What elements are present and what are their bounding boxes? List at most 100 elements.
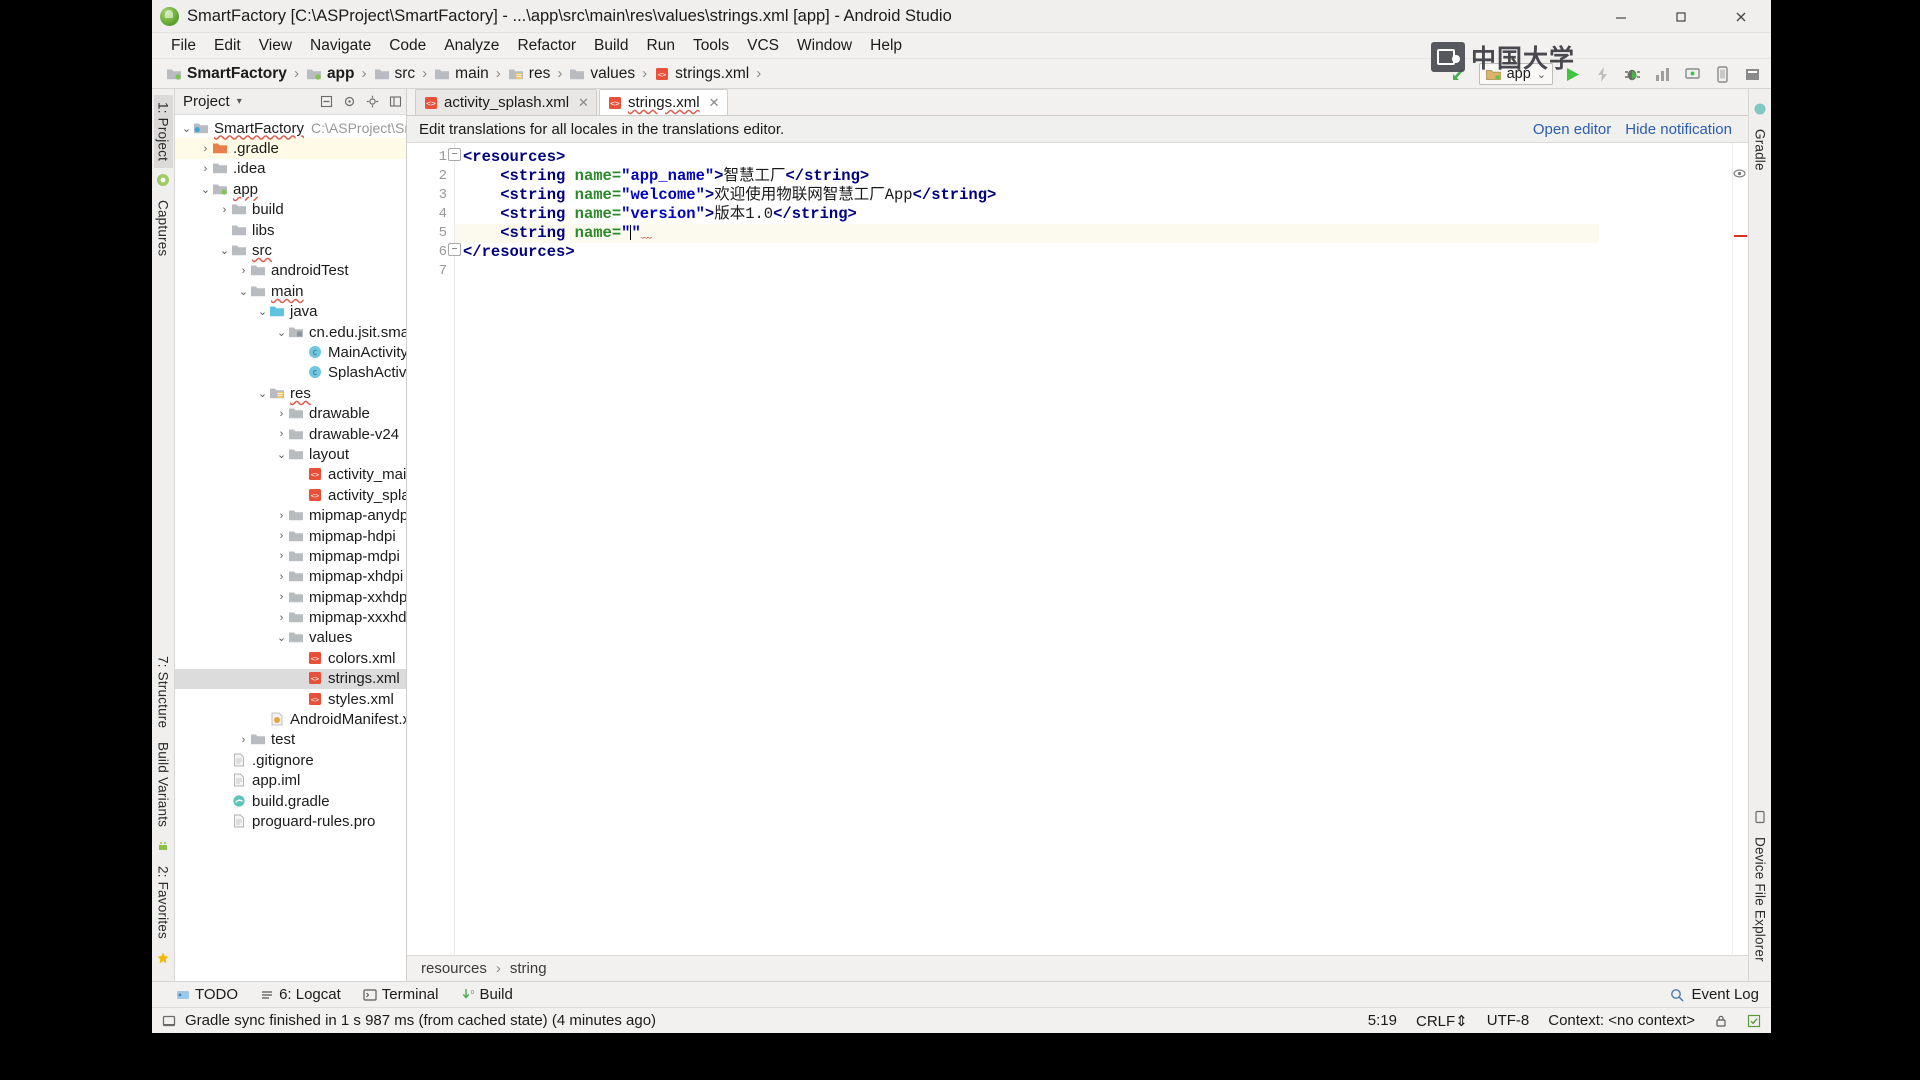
collapse-all-icon[interactable] (320, 95, 333, 108)
sidebar-item-captures[interactable]: Captures (154, 193, 173, 263)
tree-node[interactable]: ⌄ res (175, 383, 406, 403)
tree-node[interactable]: · C MainActivity (175, 342, 406, 362)
open-editor-link[interactable]: Open editor (1533, 121, 1611, 138)
chevron-down-icon[interactable]: ⌄ (218, 244, 231, 257)
chevron-right-icon[interactable]: › (275, 571, 288, 583)
code-line[interactable]: <string name=""﹏ (455, 224, 1599, 243)
menu-analyze[interactable]: Analyze (435, 35, 508, 57)
sdk-manager-icon[interactable] (1742, 64, 1763, 85)
tree-node[interactable]: ⌄ SmartFactory C:\ASProject\Smar (175, 118, 406, 138)
context-indicator[interactable]: Context: <no context> (1548, 1012, 1695, 1029)
tree-node[interactable]: · AndroidManifest.xm (175, 709, 406, 729)
chevron-right-icon[interactable]: › (199, 163, 212, 175)
breadcrumb-string[interactable]: string (510, 960, 547, 977)
tree-node[interactable]: › drawable (175, 403, 406, 423)
menu-run[interactable]: Run (638, 35, 684, 57)
close-button[interactable] (1711, 0, 1771, 33)
chevron-right-icon[interactable]: › (199, 143, 212, 155)
tree-node[interactable]: · build.gradle (175, 791, 406, 811)
menu-window[interactable]: Window (788, 35, 861, 57)
tree-node[interactable]: ⌄ values (175, 628, 406, 648)
sidebar-item-structure[interactable]: 7: Structure (154, 649, 173, 735)
tree-node[interactable]: · app.iml (175, 771, 406, 791)
gear-icon[interactable] (366, 95, 379, 108)
code-line[interactable]: <string name="app_name">智慧工厂</string> (455, 167, 1599, 186)
tree-node[interactable]: ⌄ cn.edu.jsit.smar (175, 322, 406, 342)
tree-node[interactable]: › .idea (175, 159, 406, 179)
code-line[interactable]: <string name="welcome">欢迎使用物联网智慧工厂App</s… (455, 186, 1599, 205)
tool-button-terminal[interactable]: Terminal (363, 986, 438, 1003)
menu-tools[interactable]: Tools (684, 35, 738, 57)
code-content[interactable]: <resources> <string name="app_name">智慧工厂… (455, 143, 1599, 955)
chevron-right-icon[interactable]: › (275, 612, 288, 624)
debug-icon[interactable] (1622, 64, 1643, 85)
lock-icon[interactable] (1714, 1014, 1728, 1028)
project-tree[interactable]: ⌄ SmartFactory C:\ASProject\Smar › .gradle ›.… (175, 115, 406, 981)
menu-help[interactable]: Help (861, 35, 911, 57)
menu-code[interactable]: Code (380, 35, 435, 57)
avd-manager-icon[interactable] (1712, 64, 1733, 85)
tool-button-todo[interactable]: TODO (176, 986, 238, 1003)
sidebar-item-gradle[interactable]: Gradle (1751, 122, 1770, 178)
sync-project-icon[interactable] (1449, 64, 1470, 85)
tree-node[interactable]: · <> colors.xml (175, 648, 406, 668)
chevron-right-icon[interactable]: › (275, 428, 288, 440)
file-encoding[interactable]: UTF-8 (1487, 1012, 1530, 1029)
chevron-right-icon[interactable]: › (237, 265, 250, 277)
minimize-button[interactable] (1591, 0, 1651, 33)
tree-node[interactable]: · C SplashActivi (175, 363, 406, 383)
chevron-down-icon[interactable]: ⌄ (256, 305, 269, 318)
chevron-right-icon[interactable]: › (275, 530, 288, 542)
menu-build[interactable]: Build (585, 35, 637, 57)
tree-node[interactable]: ⌄ app (175, 179, 406, 199)
menu-file[interactable]: File (162, 35, 205, 57)
menu-edit[interactable]: Edit (205, 35, 250, 57)
tree-node[interactable]: · <> styles.xml (175, 689, 406, 709)
tree-node[interactable]: · <> strings.xml (175, 668, 406, 689)
breadcrumb-item[interactable]: res (508, 65, 550, 83)
attach-debugger-icon[interactable] (1682, 64, 1703, 85)
profiler-icon[interactable] (1652, 64, 1673, 85)
caret-position[interactable]: 5:19 (1368, 1012, 1397, 1029)
tree-node[interactable]: › mipmap-xxxhdp (175, 607, 406, 627)
editor-tab-strings[interactable]: <> strings.xml ✕ (598, 89, 728, 115)
tree-node[interactable]: › drawable-v24 (175, 424, 406, 444)
menu-navigate[interactable]: Navigate (301, 35, 380, 57)
sidebar-item-device-file-explorer[interactable]: Device File Explorer (1751, 830, 1770, 969)
code-editor[interactable]: − − 1234567 <resources> <string name="ap… (407, 143, 1748, 955)
breadcrumb-item[interactable]: values (569, 65, 635, 83)
chevron-right-icon[interactable]: › (275, 591, 288, 603)
editor-tab-activity-splash[interactable]: <> activity_splash.xml ✕ (415, 89, 597, 115)
breadcrumb-item[interactable]: src (374, 65, 415, 83)
breadcrumb-resources[interactable]: resources (421, 960, 487, 977)
tree-node[interactable]: ⌄ main (175, 281, 406, 301)
chevron-down-icon[interactable]: ⌄ (199, 183, 212, 196)
tree-node[interactable]: › androidTest (175, 261, 406, 281)
eye-icon[interactable] (1733, 167, 1746, 180)
tree-node[interactable]: › build (175, 200, 406, 220)
breadcrumb-item[interactable]: main (434, 65, 489, 83)
tree-node[interactable]: › mipmap-xxhdpi (175, 587, 406, 607)
tree-node[interactable]: ⌄ java (175, 302, 406, 322)
chevron-down-icon[interactable]: ⌄ (180, 122, 193, 135)
error-stripe-gutter[interactable] (1732, 143, 1748, 955)
close-icon[interactable]: ✕ (709, 95, 720, 111)
menu-vcs[interactable]: VCS (738, 35, 788, 57)
chevron-down-icon[interactable]: ▾ (237, 96, 242, 107)
tree-node[interactable]: › mipmap-anydpi (175, 505, 406, 525)
locate-file-icon[interactable] (343, 95, 356, 108)
tree-node[interactable]: › mipmap-xhdpi (175, 567, 406, 587)
apply-changes-icon[interactable] (1592, 64, 1613, 85)
tree-node[interactable]: · libs (175, 220, 406, 240)
chevron-down-icon[interactable]: ⌄ (1537, 68, 1546, 81)
maximize-button[interactable] (1651, 0, 1711, 33)
tree-node[interactable]: · <> activity_spla (175, 485, 406, 505)
code-line[interactable]: </resources> (455, 243, 1599, 262)
tree-node[interactable]: › mipmap-mdpi (175, 546, 406, 566)
tree-node[interactable]: › .gradle (175, 138, 406, 159)
breadcrumb-item[interactable]: <> strings.xml (654, 65, 749, 83)
code-line[interactable]: <string name="version">版本1.0</string> (455, 205, 1599, 224)
menu-view[interactable]: View (250, 35, 301, 57)
breadcrumb-item[interactable]: app (306, 65, 355, 83)
chevron-right-icon[interactable]: › (275, 510, 288, 522)
